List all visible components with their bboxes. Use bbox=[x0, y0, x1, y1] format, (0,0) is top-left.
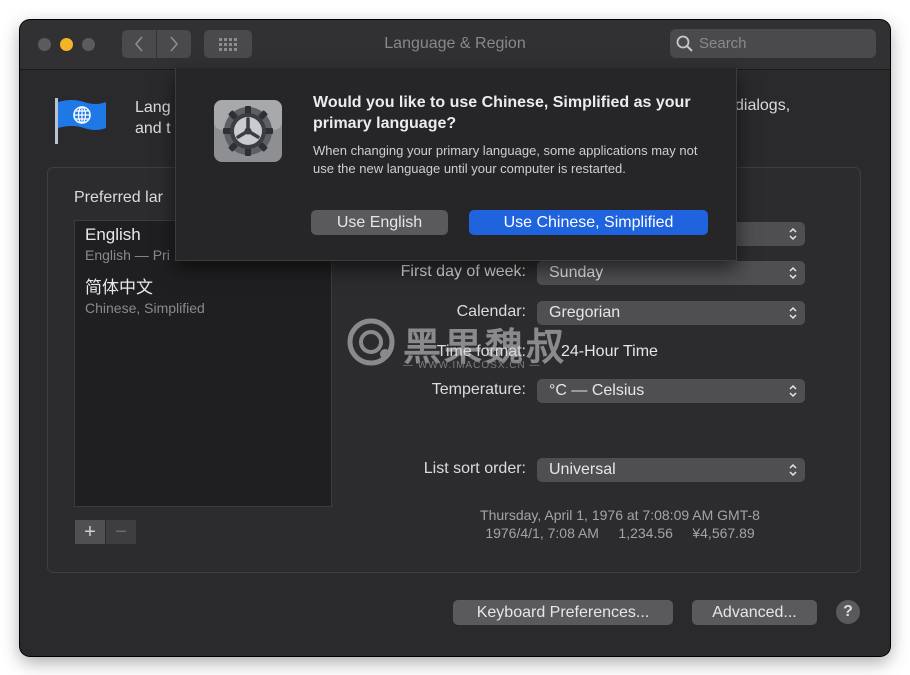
popup-chevron-icon bbox=[789, 266, 797, 280]
use-chinese-button[interactable]: Use Chinese, Simplified bbox=[469, 210, 708, 235]
dialog-title: Would you like to use Chinese, Simplifie… bbox=[313, 94, 691, 132]
search-field[interactable]: Search bbox=[670, 29, 876, 58]
use-english-button[interactable]: Use English bbox=[311, 210, 448, 235]
search-icon bbox=[676, 35, 693, 52]
list-item[interactable]: 简体中文 Chinese, Simplified bbox=[85, 273, 205, 316]
popup-chevron-icon bbox=[789, 463, 797, 477]
help-button[interactable]: ? bbox=[836, 600, 860, 624]
temperature-popup[interactable]: °C — Celsius bbox=[537, 379, 805, 403]
preferred-languages-label: Preferred lar bbox=[74, 189, 163, 206]
system-preferences-gear-icon bbox=[212, 98, 284, 164]
language-subtitle: Chinese, Simplified bbox=[85, 300, 205, 316]
add-remove-control: + − bbox=[75, 520, 137, 544]
language-subtitle: English — Pri bbox=[85, 247, 170, 263]
remove-language-button[interactable]: − bbox=[106, 520, 136, 544]
add-language-button[interactable]: + bbox=[75, 520, 105, 544]
popup-chevron-icon bbox=[789, 384, 797, 398]
sample-numbers: 1976/4/1, 7:08 AM 1,234.56 ¥4,567.89 bbox=[485, 525, 755, 541]
temperature-value: °C — Celsius bbox=[549, 382, 645, 399]
language-list[interactable]: English English — Pri 简体中文 Chinese, Simp… bbox=[74, 220, 332, 507]
language-flag-icon bbox=[52, 96, 110, 151]
title-bar: Language & Region Search bbox=[20, 20, 890, 70]
keyboard-preferences-button[interactable]: Keyboard Preferences... bbox=[453, 600, 673, 625]
intro-fragment-right: dialogs, bbox=[735, 97, 791, 114]
sample-date: Thursday, April 1, 1976 at 7:08:09 AM GM… bbox=[480, 507, 760, 523]
search-placeholder: Search bbox=[699, 35, 747, 52]
popup-chevron-icon bbox=[789, 227, 797, 241]
language-name: 简体中文 bbox=[85, 278, 153, 297]
language-name: English bbox=[85, 225, 141, 244]
sort-order-popup[interactable]: Universal bbox=[537, 458, 805, 482]
sort-order-value: Universal bbox=[549, 461, 616, 478]
advanced-button[interactable]: Advanced... bbox=[692, 600, 817, 625]
temperature-label: Temperature: bbox=[431, 381, 526, 398]
sort-order-label: List sort order: bbox=[423, 460, 526, 477]
first-day-value: Sunday bbox=[549, 264, 604, 281]
watermark-url: — WWW.IMACOSX.CN — bbox=[403, 360, 541, 371]
popup-chevron-icon bbox=[789, 306, 797, 320]
preferences-window: Language & Region Search Lang and t dial… bbox=[20, 20, 890, 656]
first-day-popup[interactable]: Sunday bbox=[537, 261, 805, 285]
watermark-logo-icon bbox=[347, 318, 395, 366]
first-day-label: First day of week: bbox=[400, 263, 526, 280]
watermark: 黑果魏叔 — WWW.IMACOSX.CN — bbox=[345, 316, 605, 372]
list-item[interactable]: English English — Pri bbox=[85, 225, 170, 263]
language-change-sheet: Would you like to use Chinese, Simplifie… bbox=[175, 68, 737, 261]
dialog-message: When changing your primary language, som… bbox=[313, 143, 698, 176]
